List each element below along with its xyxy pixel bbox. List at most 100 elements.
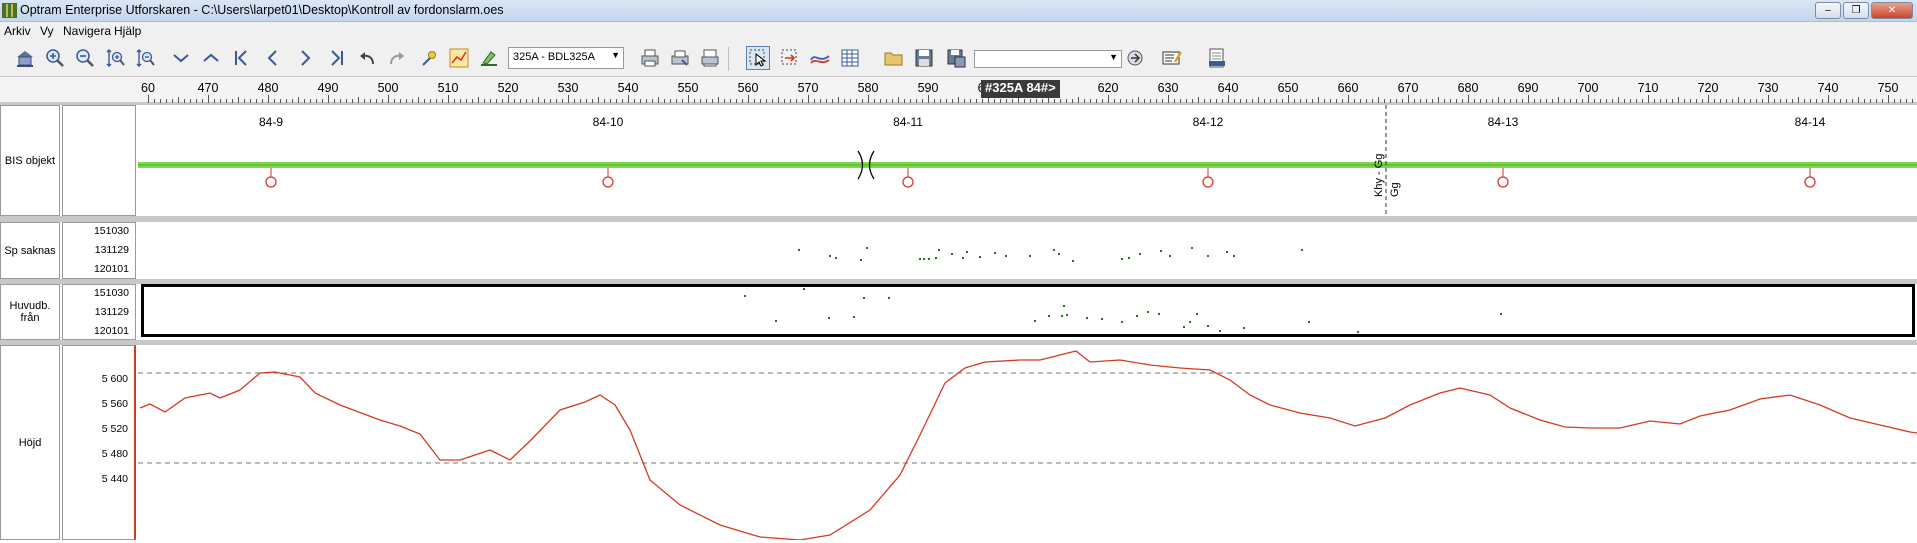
position-marker[interactable]: #325A 84#> bbox=[981, 80, 1060, 98]
scale-label: 151030 bbox=[93, 287, 129, 299]
menu-arkiv[interactable]: Arkiv bbox=[4, 24, 31, 38]
ruler-label: 720 bbox=[1697, 81, 1719, 95]
app-icon bbox=[2, 3, 17, 18]
zoom-vertical-in-icon[interactable] bbox=[103, 46, 127, 70]
home-icon[interactable] bbox=[13, 46, 37, 70]
ruler-label: 660 bbox=[1337, 81, 1359, 95]
data-point bbox=[1072, 260, 1074, 262]
station-label: Gg bbox=[1389, 182, 1401, 197]
zoom-vertical-out-icon[interactable] bbox=[133, 46, 157, 70]
page-setup-icon[interactable] bbox=[698, 46, 722, 70]
ruler-label: 640 bbox=[1217, 81, 1239, 95]
ruler-label: 710 bbox=[1637, 81, 1659, 95]
toolbar-separator bbox=[728, 47, 729, 71]
select-tool-icon[interactable] bbox=[746, 46, 770, 70]
position-ruler: 60 470 480 490 500 510 520 530 540 550 560 570 580 59… bbox=[0, 77, 1917, 103]
ruler-label: 540 bbox=[617, 81, 639, 95]
data-point bbox=[1058, 253, 1060, 255]
window-title: Optram Enterprise Utforskaren - C:\Users… bbox=[20, 3, 504, 17]
notes-icon[interactable] bbox=[1160, 46, 1184, 70]
data-point bbox=[1121, 258, 1123, 260]
sync-cursor-icon[interactable] bbox=[778, 46, 802, 70]
undo-icon[interactable] bbox=[355, 46, 379, 70]
scale-label: 131129 bbox=[94, 306, 129, 318]
first-icon[interactable] bbox=[229, 46, 253, 70]
km-label: 84-11 bbox=[893, 115, 923, 129]
ruler-tick bbox=[1348, 95, 1349, 103]
sp-saknas-label: Sp saknas bbox=[0, 222, 60, 279]
ruler-tick bbox=[1528, 95, 1529, 103]
ruler-tick bbox=[508, 95, 509, 103]
save-as-icon[interactable] bbox=[944, 46, 968, 70]
scale-label: 151030 bbox=[93, 225, 129, 237]
zoom-in-icon[interactable] bbox=[43, 46, 67, 70]
chevron-down-icon[interactable] bbox=[169, 46, 193, 70]
data-point bbox=[923, 258, 925, 260]
print-icon[interactable] bbox=[638, 46, 662, 70]
menu-navigera[interactable]: Navigera bbox=[63, 24, 111, 38]
open-folder-icon[interactable] bbox=[882, 46, 906, 70]
ruler-tick bbox=[148, 95, 149, 103]
settings-icon[interactable] bbox=[1123, 46, 1147, 70]
track-select[interactable]: 325A - BDL325A ▼ bbox=[508, 47, 624, 69]
scale-label: 5 560 bbox=[101, 398, 128, 410]
ruler-label: 530 bbox=[557, 81, 579, 95]
data-point bbox=[1139, 253, 1141, 255]
ruler-tick bbox=[328, 95, 329, 103]
bis-plot[interactable]: 84-9 84-10 84-11 84-12 84-13 84-14 Khy - Gg Gg bbox=[138, 105, 1917, 216]
ruler-tick bbox=[1468, 95, 1469, 103]
data-point bbox=[1169, 255, 1171, 257]
measure-icon[interactable] bbox=[477, 46, 501, 70]
ruler-label: 510 bbox=[437, 81, 459, 95]
close-button[interactable]: ✕ bbox=[1871, 2, 1913, 19]
print-preview-icon[interactable] bbox=[668, 46, 692, 70]
view-select[interactable]: ▼ bbox=[974, 50, 1122, 68]
ruler-label: 740 bbox=[1817, 81, 1839, 95]
ruler-tick bbox=[928, 95, 929, 103]
ruler-tick bbox=[1408, 95, 1409, 103]
data-point bbox=[1029, 255, 1031, 257]
km-label: 84-13 bbox=[1488, 115, 1519, 129]
data-point bbox=[994, 252, 996, 254]
sp-saknas-points bbox=[798, 247, 1303, 262]
ruler-tick bbox=[1648, 95, 1649, 103]
previous-icon[interactable] bbox=[261, 46, 285, 70]
minimize-button[interactable]: – bbox=[1815, 2, 1841, 19]
ruler-tick bbox=[1588, 95, 1589, 103]
sp-saknas-plot[interactable] bbox=[138, 222, 1917, 279]
scale-label: 120101 bbox=[93, 325, 129, 337]
km-label: 84-9 bbox=[259, 115, 283, 129]
curves-icon[interactable] bbox=[808, 46, 832, 70]
probe-icon[interactable] bbox=[417, 46, 441, 70]
table-icon[interactable] bbox=[838, 46, 862, 70]
data-point bbox=[1226, 251, 1228, 253]
data-point bbox=[951, 253, 953, 255]
chart-edit-icon[interactable] bbox=[447, 46, 471, 70]
data-point bbox=[1128, 257, 1130, 259]
chevron-up-icon[interactable] bbox=[199, 46, 223, 70]
ruler-label: 590 bbox=[917, 81, 939, 95]
ruler-tick bbox=[388, 95, 389, 103]
save-icon[interactable] bbox=[912, 46, 936, 70]
ruler-tick bbox=[1168, 95, 1169, 103]
zoom-out-icon[interactable] bbox=[73, 46, 97, 70]
sp-saknas-scale: 151030 131129 120101 bbox=[62, 222, 136, 279]
restore-button[interactable]: ❐ bbox=[1843, 2, 1869, 19]
ruler-label: 670 bbox=[1397, 81, 1419, 95]
ruler-label: 650 bbox=[1277, 81, 1299, 95]
height-profile-line bbox=[139, 350, 1917, 541]
data-point bbox=[938, 249, 940, 251]
bis-scale-panel bbox=[62, 105, 136, 216]
ruler-tick bbox=[1888, 95, 1889, 103]
next-icon[interactable] bbox=[293, 46, 317, 70]
log-icon[interactable] bbox=[1205, 46, 1229, 70]
ruler-label: 680 bbox=[1457, 81, 1479, 95]
hojd-plot[interactable] bbox=[138, 345, 1917, 541]
scale-label: 5 480 bbox=[101, 448, 128, 460]
last-icon[interactable] bbox=[325, 46, 349, 70]
menu-vy[interactable]: Vy bbox=[40, 24, 54, 38]
toolbar: 325A - BDL325A ▼ ▼ bbox=[0, 41, 1917, 77]
redo-icon[interactable] bbox=[385, 46, 409, 70]
menu-hjalp[interactable]: Hjälp bbox=[114, 24, 141, 38]
ruler-label: 490 bbox=[317, 81, 339, 95]
